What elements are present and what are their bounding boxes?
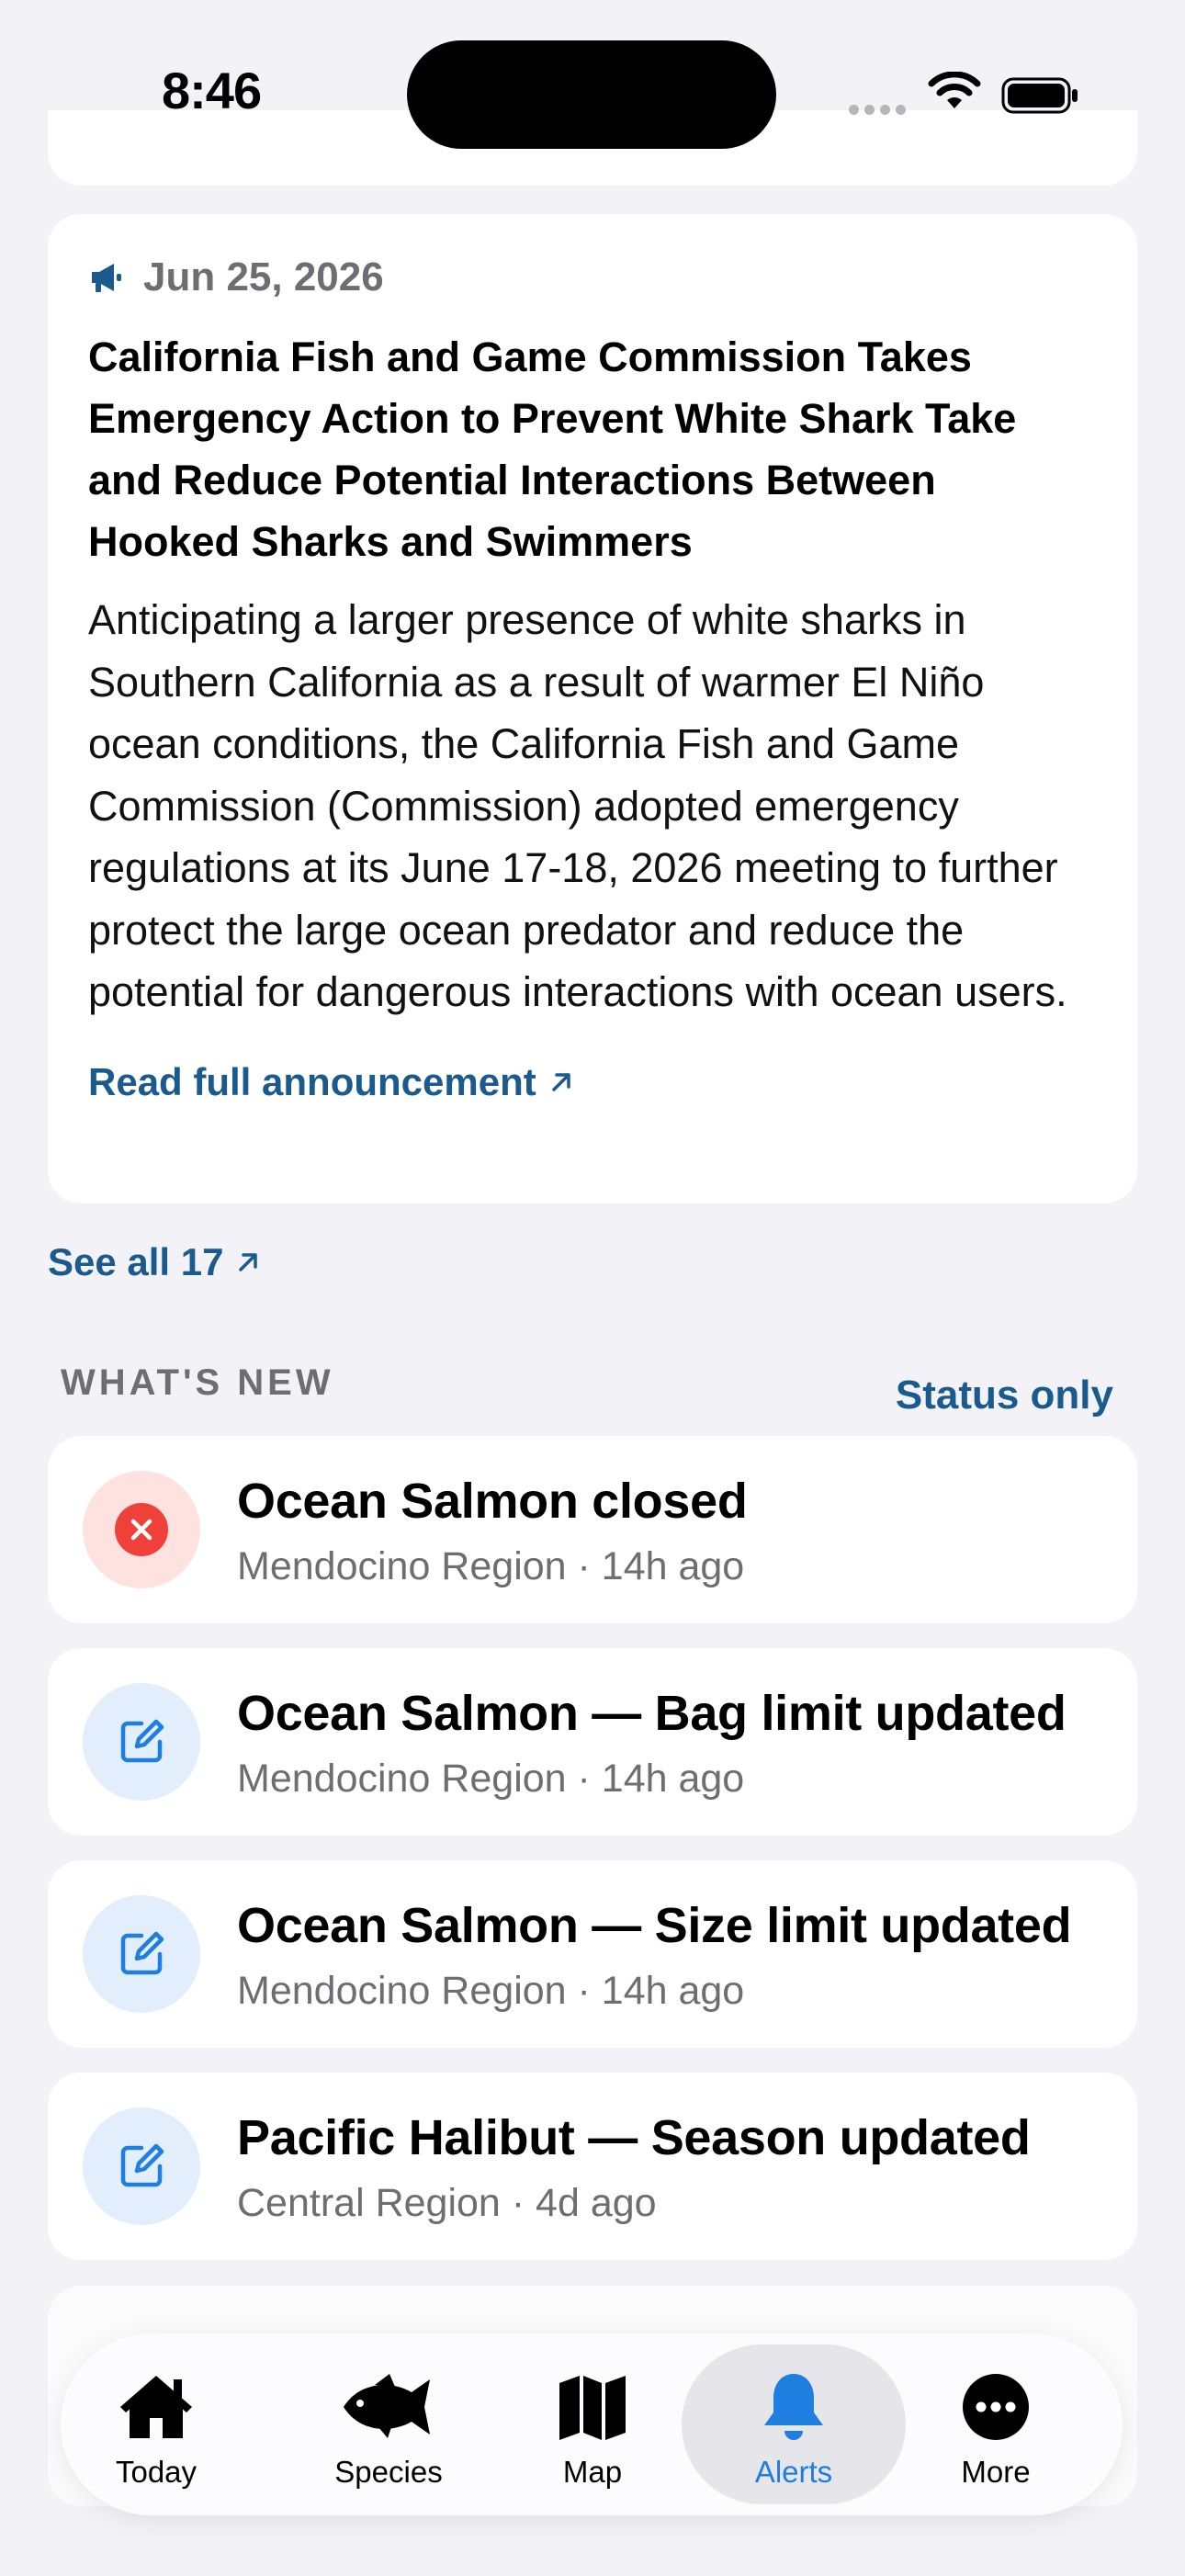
tab-label: Today (115, 2455, 198, 2489)
megaphone-icon (92, 264, 121, 292)
alert-icon-badge (83, 2107, 200, 2225)
tab-bar: Today Species Map Alerts More (61, 2333, 1123, 2515)
ellipsis-circle-icon (963, 2374, 1029, 2440)
read-full-announcement-link[interactable]: Read full announcement (88, 1060, 1097, 1104)
fish-icon (344, 2374, 430, 2438)
tab-label: Species (334, 2455, 443, 2489)
alert-title: Ocean Salmon closed (237, 1474, 748, 1529)
edit-icon (120, 1931, 164, 1975)
alert-title: Ocean Salmon — Bag limit updated (237, 1686, 1066, 1741)
announcement-body: Anticipating a larger presence of white … (88, 596, 1067, 1015)
status-bar: 8:46 (0, 0, 1185, 184)
alert-row[interactable]: Ocean Salmon — Bag limit updated Mendoci… (48, 1648, 1137, 1836)
bell-icon (764, 2374, 823, 2440)
alert-icon-badge (83, 1895, 200, 2013)
see-all-link[interactable]: See all 17 (48, 1240, 260, 1284)
announcement-date: Jun 25, 2026 (143, 254, 384, 299)
tab-today[interactable]: Today (64, 2333, 248, 2515)
house-icon (120, 2376, 192, 2438)
alert-meta: Central Region · 4d ago (237, 2181, 657, 2225)
edit-icon (120, 2143, 164, 2187)
whats-new-heading: WHAT'S NEW (61, 1362, 334, 1403)
status-time: 8:46 (162, 62, 262, 119)
arrow-up-right-icon (239, 1253, 258, 1271)
edit-icon (120, 1719, 164, 1763)
announcement-date-row: Jun 25, 2026 (88, 251, 1097, 304)
close-circle-icon (115, 1503, 168, 1556)
map-icon (559, 2376, 626, 2440)
tab-label: Map (562, 2455, 623, 2489)
alert-meta: Mendocino Region · 14h ago (237, 1544, 745, 1588)
alert-icon-badge (83, 1471, 200, 1588)
see-all-label: See all 17 (48, 1240, 224, 1283)
alert-meta: Mendocino Region · 14h ago (237, 1757, 745, 1801)
status-only-filter-button[interactable]: Status only (896, 1373, 1113, 1418)
tab-map[interactable]: Map (501, 2333, 684, 2515)
read-full-announcement-label: Read full announcement (88, 1059, 536, 1103)
alert-title: Pacific Halibut — Season updated (237, 2110, 1031, 2165)
alert-title: Ocean Salmon — Size limit updated (237, 1898, 1072, 1953)
tab-more[interactable]: More (904, 2333, 1088, 2515)
alert-row[interactable]: Ocean Salmon — Size limit updated Mendoc… (48, 1860, 1137, 2048)
alert-icon-badge (83, 1683, 200, 1801)
tab-alerts[interactable]: Alerts (702, 2333, 886, 2515)
alert-row[interactable]: Ocean Salmon closed Mendocino Region · 1… (48, 1436, 1137, 1623)
alert-row[interactable]: Pacific Halibut — Season updated Central… (48, 2073, 1137, 2260)
announcement-title: California Fish and Game Commission Take… (88, 333, 1017, 565)
cellular-signal-icon (849, 103, 911, 119)
tab-species[interactable]: Species (297, 2333, 480, 2515)
announcement-card[interactable]: Jun 25, 2026 California Fish and Game Co… (48, 214, 1137, 1203)
wifi-icon (928, 72, 981, 108)
arrow-up-right-icon (551, 1072, 570, 1091)
tab-label: Alerts (754, 2455, 833, 2489)
dynamic-island (407, 40, 776, 149)
battery-icon (1001, 77, 1078, 114)
tab-label: More (961, 2455, 1031, 2489)
alert-meta: Mendocino Region · 14h ago (237, 1969, 745, 2013)
